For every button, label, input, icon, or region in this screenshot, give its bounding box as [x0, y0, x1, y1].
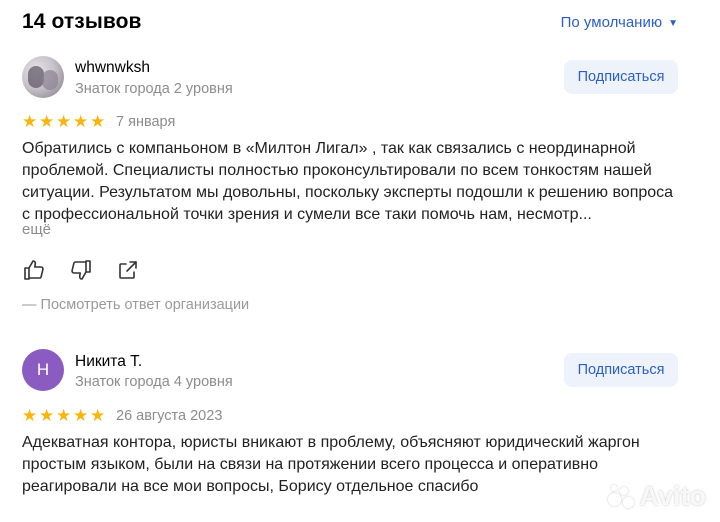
reviews-count-title: 14 отзывов: [22, 10, 142, 33]
star-icon: ★: [56, 406, 72, 425]
subscribe-button[interactable]: Подписаться: [564, 60, 678, 94]
author-level: Знаток города 2 уровня: [75, 81, 233, 97]
star-icon: ★: [39, 112, 55, 131]
review-item: whwnwksh Знаток города 2 уровня Подписат…: [22, 56, 678, 321]
subscribe-button[interactable]: Подписаться: [564, 353, 678, 387]
author-level: Знаток города 4 уровня: [75, 374, 233, 390]
more-link[interactable]: ещё: [22, 221, 51, 238]
star-icon: ★: [90, 406, 106, 425]
rating-stars: ★ ★ ★ ★ ★: [22, 113, 106, 130]
review-actions: [22, 258, 140, 282]
avito-logo-icon: [607, 484, 636, 509]
avatar[interactable]: Н: [22, 349, 64, 391]
sort-dropdown[interactable]: По умолчанию ▼: [561, 14, 678, 31]
review-date: 7 января: [116, 114, 176, 130]
star-icon: ★: [22, 406, 38, 425]
author-name[interactable]: whwnwksh: [75, 59, 150, 77]
view-org-answer-link[interactable]: — Посмотреть ответ организации: [22, 297, 249, 313]
star-icon: ★: [39, 406, 55, 425]
star-icon: ★: [22, 112, 38, 131]
star-icon: ★: [56, 112, 72, 131]
share-icon[interactable]: [116, 258, 140, 282]
author-name[interactable]: Никита Т.: [75, 353, 142, 371]
review-date: 26 августа 2023: [116, 408, 223, 424]
reviews-header: 14 отзывов По умолчанию ▼: [22, 10, 678, 36]
review-text: Адекватная контора, юристы вникают в про…: [22, 434, 640, 495]
dislike-icon[interactable]: [69, 258, 93, 282]
avito-watermark: Avito: [607, 481, 707, 512]
sort-label: По умолчанию: [560, 14, 663, 31]
watermark-text: Avito: [639, 481, 707, 511]
like-icon[interactable]: [22, 258, 46, 282]
review-text: Обратились с компаньоном в «Милтон Лигал…: [22, 140, 674, 223]
rating-stars: ★ ★ ★ ★ ★: [22, 407, 106, 424]
star-icon: ★: [90, 112, 106, 131]
review-item: Н Никита Т. Знаток города 4 уровня Подпи…: [22, 349, 678, 499]
avatar[interactable]: [22, 56, 64, 98]
star-icon: ★: [73, 406, 89, 425]
star-icon: ★: [73, 112, 89, 131]
caret-down-icon: ▼: [668, 17, 678, 29]
